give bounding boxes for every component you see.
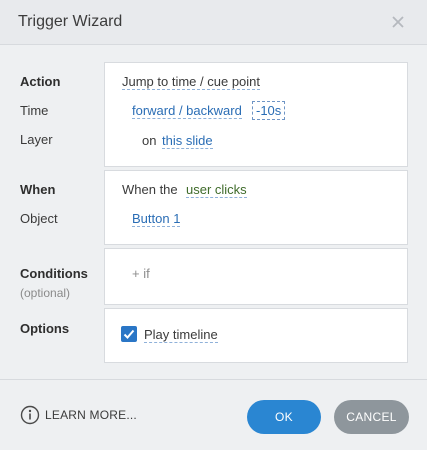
action-dropdown[interactable]: Jump to time / cue point [122,74,261,90]
close-icon[interactable] [387,11,409,33]
info-icon [20,405,40,425]
action-label: Action [20,74,61,89]
trigger-wizard-dialog: Trigger Wizard Action Time Layer When Ob… [0,0,427,450]
play-timeline-checkbox[interactable] [121,326,137,342]
event-dropdown[interactable]: user clicks [186,182,247,198]
when-label: When [20,182,56,197]
dialog-title: Trigger Wizard [18,13,123,30]
conditions-optional-label: (optional) [20,286,71,300]
on-text: on [142,133,157,148]
add-condition-button[interactable]: + if [132,266,150,281]
layer-label: Layer [20,132,53,147]
checkmark-icon [123,329,135,339]
when-prefix-text: When the [122,182,178,197]
learn-more-text: LEARN MORE... [45,408,137,422]
layer-dropdown[interactable]: this slide [162,133,213,149]
ok-button[interactable]: OK [247,400,321,434]
time-label: Time [20,103,49,118]
title-bar: Trigger Wizard [0,0,427,45]
dialog-footer: LEARN MORE... OK CANCEL [0,379,427,450]
object-dropdown[interactable]: Button 1 [132,211,181,227]
play-timeline-label[interactable]: Play timeline [144,327,218,343]
object-label: Object [20,211,58,226]
options-label: Options [20,321,70,336]
time-offset-input[interactable]: -10s [252,101,286,120]
direction-dropdown[interactable]: forward / backward [132,103,242,119]
conditions-label: Conditions [20,266,88,281]
cancel-button[interactable]: CANCEL [334,400,409,434]
